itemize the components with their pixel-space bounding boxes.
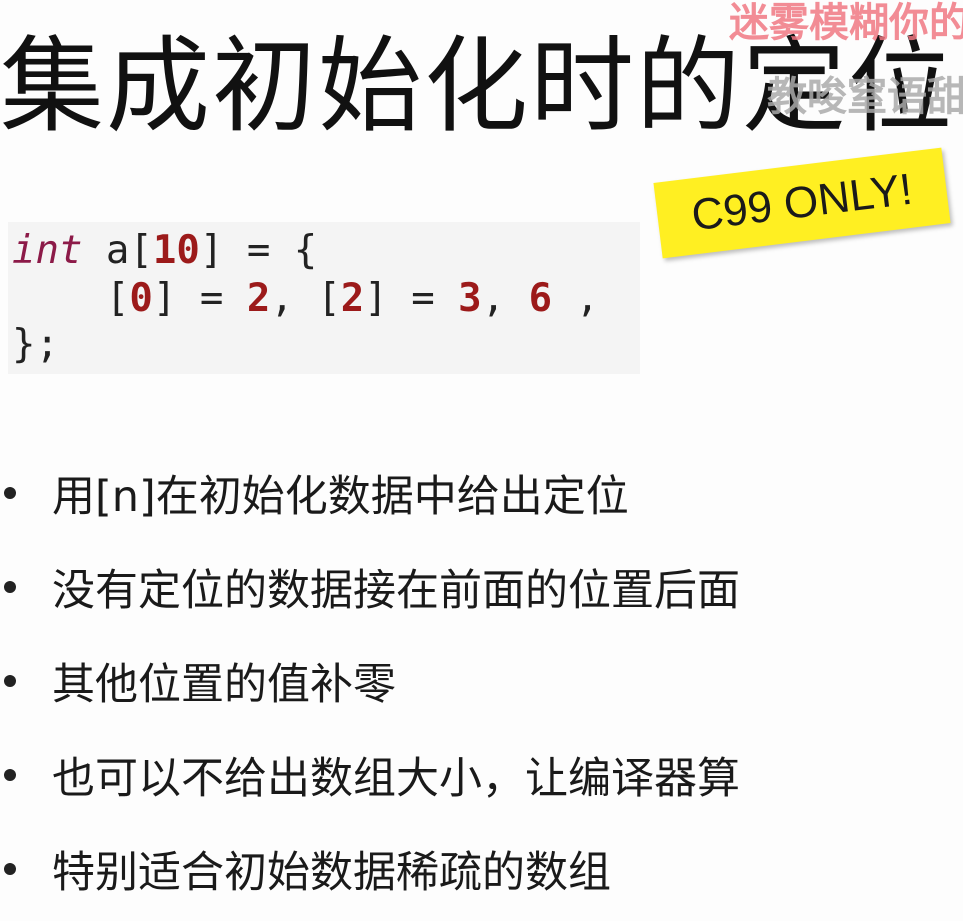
bullet-text: 用[n]在初始化数据中给出定位 [52, 472, 629, 522]
code-text: a[ [82, 228, 153, 273]
bullet-text: 特别适合初始数据稀疏的数组 [52, 848, 611, 898]
code-line-2: [0] = 2, [2] = 3, 6 , [12, 276, 599, 322]
code-line-3: }; [12, 322, 59, 367]
code-number: 3 [458, 276, 482, 321]
bullet-dot-icon [4, 581, 16, 593]
bullet-dot-icon [4, 675, 16, 687]
sticky-note: C99 ONLY! [653, 147, 951, 259]
code-text: ] = [152, 276, 247, 321]
bullet-item: 没有定位的数据接在前面的位置后面 [0, 540, 963, 634]
bullet-text: 没有定位的数据接在前面的位置后面 [52, 566, 740, 616]
code-text: , [ [270, 276, 341, 321]
watermark-top: 迷雾模糊你的 [729, 0, 963, 46]
code-text: , [481, 276, 529, 321]
code-keyword: int [12, 228, 83, 273]
code-block: int a[10] = { [0] = 2, [2] = 3, 6 , }; [8, 222, 640, 374]
bullet-dot-icon [4, 769, 16, 781]
bullet-dot-icon [4, 863, 16, 875]
code-text: [ [12, 276, 130, 321]
bullet-text: 其他位置的值补零 [52, 660, 396, 710]
bullet-item: 用[n]在初始化数据中给出定位 [0, 446, 963, 540]
code-number: 10 [152, 228, 200, 273]
sticky-note-text: C99 ONLY! [688, 164, 915, 241]
bullet-text: 也可以不给出数组大小，让编译器算 [52, 754, 740, 804]
code-text: ] = [364, 276, 459, 321]
bullet-item: 也可以不给出数组大小，让编译器算 [0, 728, 963, 822]
bullet-item: 特别适合初始数据稀疏的数组 [0, 822, 963, 916]
code-number: 0 [129, 276, 153, 321]
watermark-middle: 教唆窒语甜 [767, 74, 963, 120]
slide: 集成初始化时的定位 迷雾模糊你的 教唆窒语甜 C99 ONLY! int a[1… [0, 0, 963, 921]
code-line-1: int a[10] = { [12, 228, 317, 274]
bullet-dot-icon [4, 487, 16, 499]
code-text: , [552, 276, 600, 321]
code-number: 6 [528, 276, 553, 321]
code-number: 2 [340, 276, 365, 321]
code-text: ] = { [199, 228, 318, 273]
bullet-list: 用[n]在初始化数据中给出定位 没有定位的数据接在前面的位置后面 其他位置的值补… [0, 446, 963, 916]
bullet-item: 其他位置的值补零 [0, 634, 963, 728]
code-number: 2 [246, 276, 271, 321]
